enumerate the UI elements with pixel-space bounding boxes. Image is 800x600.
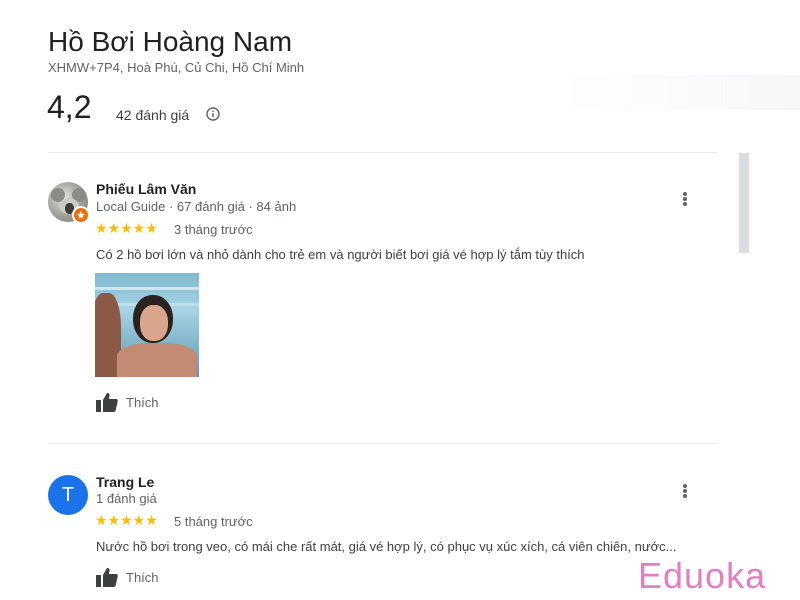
photo-face [140,305,168,341]
review-author[interactable]: Trang Le [96,474,154,490]
info-icon[interactable] [206,107,220,121]
thumbs-up-icon [96,393,118,412]
review-count[interactable]: 42 đánh giá [116,107,189,123]
like-button[interactable]: Thích [96,392,159,412]
like-label: Thích [126,394,159,410]
photo-shoulders [117,343,197,377]
review-time: 5 tháng trước [174,514,253,529]
review-photo[interactable] [95,273,199,377]
review-text: Nước hồ bơi trong veo, có mái che rất má… [96,539,677,554]
watermark-logo: Eduoka [638,555,767,596]
divider [48,443,718,444]
more-options-icon[interactable] [675,188,695,208]
local-guide-badge-icon [72,206,90,224]
divider [48,152,718,153]
like-button[interactable]: Thích [96,567,159,587]
more-options-icon[interactable] [675,480,695,500]
scrollbar[interactable] [739,153,749,253]
photo-water-ripple [95,287,199,290]
review-author[interactable]: Phiếu Lâm Văn [96,181,196,197]
review-stars: ★★★★★ [95,220,158,236]
review-text: Có 2 hồ bơi lớn và nhỏ dành cho trẻ em v… [96,247,585,262]
avatar[interactable]: T [48,475,88,515]
place-address: XHMW+7P4, Hoà Phú, Củ Chi, Hồ Chí Minh [48,60,305,75]
review-time: 3 tháng trước [174,222,253,237]
place-title: Hồ Bơi Hoàng Nam [48,26,293,57]
review-author-meta: Local Guide · 67 đánh giá · 84 ảnh [96,199,297,214]
like-label: Thích [126,569,159,585]
overall-rating: 4,2 [47,89,92,125]
thumbs-up-icon [96,568,118,587]
header-shade [560,75,800,110]
review-stars: ★★★★★ [95,512,158,528]
review-author-meta: 1 đánh giá [96,491,157,506]
